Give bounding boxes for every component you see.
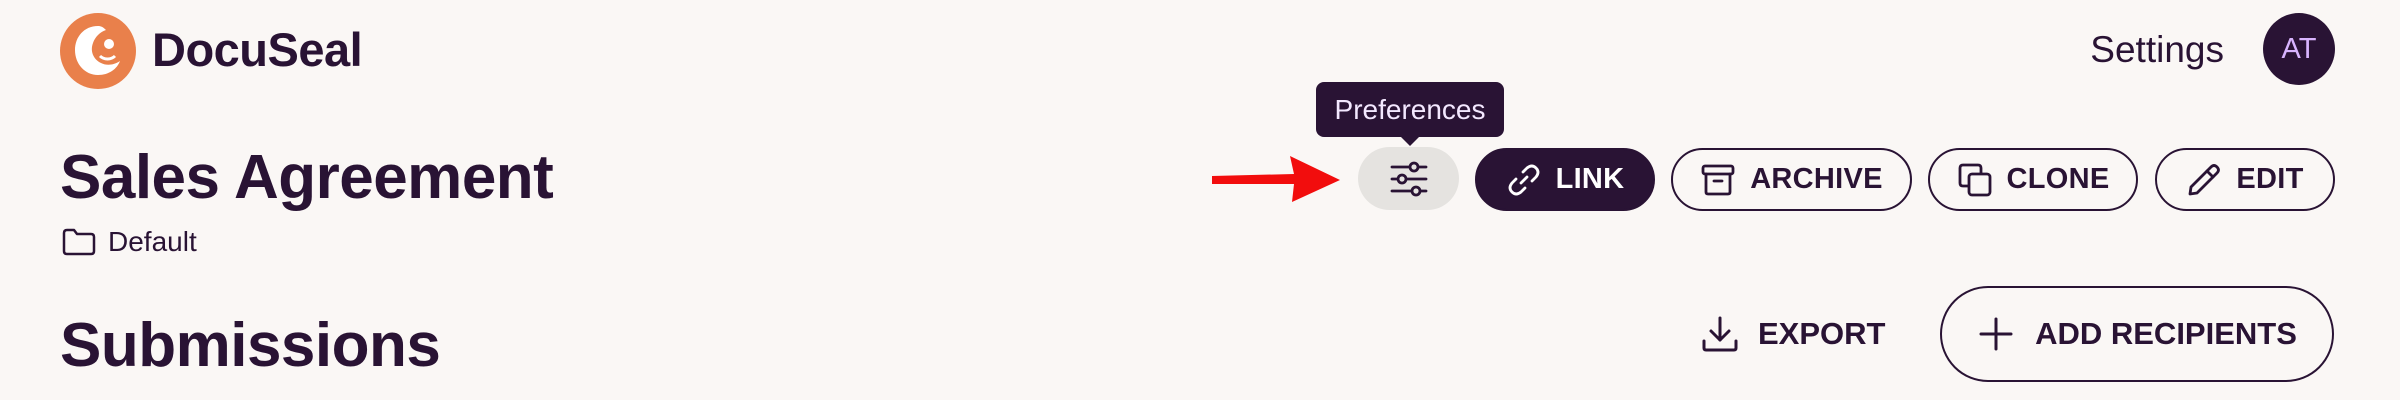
- export-label: EXPORT: [1758, 316, 1886, 351]
- template-title: Sales Agreement: [60, 143, 554, 212]
- docuseal-logo-glyph: [75, 26, 120, 75]
- pencil-icon: [2186, 162, 2222, 198]
- folder-icon: [62, 228, 96, 256]
- export-button[interactable]: EXPORT: [1700, 304, 1900, 364]
- link-icon: [1506, 162, 1542, 198]
- copy-icon: [1957, 162, 1993, 198]
- user-avatar[interactable]: AT: [2263, 13, 2335, 85]
- archive-label: ARCHIVE: [1750, 163, 1883, 195]
- add-recipients-label: ADD RECIPIENTS: [2035, 316, 2297, 351]
- edit-label: EDIT: [2236, 163, 2304, 195]
- download-icon: [1700, 314, 1740, 354]
- sliders-icon: [1389, 160, 1429, 198]
- settings-link[interactable]: Settings: [2090, 24, 2224, 76]
- clone-button[interactable]: CLONE: [1928, 148, 2138, 211]
- clone-label: CLONE: [2006, 163, 2110, 195]
- folder-name: Default: [108, 226, 197, 257]
- link-button[interactable]: LINK: [1475, 148, 1655, 211]
- preferences-tooltip: Preferences: [1316, 82, 1504, 137]
- folder-link[interactable]: Default: [62, 224, 197, 260]
- brand-name[interactable]: DocuSeal: [152, 22, 363, 78]
- link-label: LINK: [1555, 163, 1625, 195]
- preferences-button[interactable]: [1358, 147, 1459, 210]
- add-recipients-button[interactable]: ADD RECIPIENTS: [1940, 286, 2334, 382]
- submissions-title: Submissions: [60, 311, 441, 380]
- annotation-arrow-icon: [1206, 150, 1346, 206]
- archive-button[interactable]: ARCHIVE: [1671, 148, 1912, 211]
- edit-button[interactable]: EDIT: [2155, 148, 2335, 211]
- docuseal-logo-icon[interactable]: [60, 13, 136, 89]
- tooltip-arrow: [1400, 136, 1420, 146]
- archive-icon: [1700, 162, 1736, 198]
- plus-icon: [1977, 315, 2015, 353]
- avatar-initials: AT: [2281, 32, 2317, 65]
